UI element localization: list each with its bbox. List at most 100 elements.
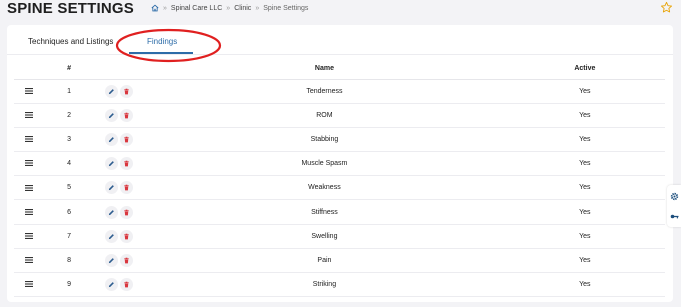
breadcrumb-separator: » [226,4,231,12]
drag-column-header [14,59,45,80]
tab-bar: Techniques and Listings Findings [7,25,673,55]
trash-icon [124,112,129,119]
delete-button[interactable] [120,278,134,292]
pencil-icon [109,209,114,215]
delete-button[interactable] [120,253,134,267]
drag-handle-icon[interactable] [25,160,34,167]
tab-findings[interactable]: Findings [147,37,177,46]
delete-button[interactable] [120,84,134,98]
findings-table: # Name Active 1 Tenderness Yes 2 ROM Yes 3 Stab… [14,59,665,298]
row-name: Striking [144,272,505,298]
drag-handle-icon[interactable] [25,87,34,94]
row-actions [94,248,145,274]
row-name: Stabbing [144,127,505,153]
row-name: Stiffness [144,199,505,225]
row-number: 7 [44,224,95,249]
breadcrumb-item-clinic[interactable]: Clinic [234,5,251,12]
table-row: 3 Stabbing Yes [14,127,665,153]
trash-icon [124,257,129,264]
pencil-icon [109,137,114,143]
edit-button[interactable] [105,84,119,98]
row-name: Weakness [144,175,505,201]
edit-button[interactable] [105,181,119,195]
row-name: Tenderness [144,79,505,104]
column-header-name: Name [144,59,505,80]
edit-button[interactable] [105,229,119,243]
edit-button[interactable] [105,132,119,146]
row-number: 6 [44,199,95,225]
row-actions [94,199,145,225]
home-icon[interactable] [151,4,159,12]
row-actions [94,103,145,128]
row-active-status: Yes [504,103,665,128]
row-number: 1 [44,79,95,104]
delete-button[interactable] [120,229,134,243]
side-toolbar [667,185,681,227]
row-active-status: Yes [504,199,665,225]
breadcrumb-separator: » [163,4,167,12]
row-name: Muscle Spasm [144,151,505,177]
page-title: SPINE SETTINGS [7,0,134,17]
drag-handle-icon[interactable] [25,257,34,264]
key-icon[interactable] [670,212,679,221]
pencil-icon [109,112,114,118]
drag-handle-icon[interactable] [25,184,34,191]
drag-handle-icon[interactable] [25,232,34,239]
table-row: 4 Muscle Spasm Yes [14,151,665,177]
edit-button[interactable] [105,157,119,171]
active-tab-indicator [129,52,193,54]
row-actions [94,272,145,298]
settings-card: Techniques and Listings Findings # Name … [7,25,673,302]
delete-button[interactable] [120,205,134,219]
pencil-icon [109,258,114,264]
edit-button[interactable] [105,278,119,292]
delete-button[interactable] [120,108,134,122]
page-header: SPINE SETTINGS » Spinal Care LLC » Clini… [0,0,681,20]
gear-icon[interactable] [670,192,679,201]
pencil-icon [109,282,114,288]
drag-handle-icon[interactable] [25,111,34,118]
pencil-icon [109,88,114,94]
tab-techniques-and-listings[interactable]: Techniques and Listings [28,37,113,46]
row-number: 9 [44,272,95,298]
row-active-status: Yes [504,79,665,104]
table-row: 2 ROM Yes [14,103,665,128]
trash-icon [124,88,129,94]
table-row: 1 Tenderness Yes [14,79,665,104]
row-actions [94,79,145,104]
delete-button[interactable] [120,181,134,195]
breadcrumb: » Spinal Care LLC » Clinic » Spine Setti… [151,4,308,12]
row-number: 4 [44,151,95,177]
edit-button[interactable] [105,253,119,267]
row-actions [94,224,145,249]
trash-icon [124,233,129,240]
pencil-icon [109,233,114,239]
trash-icon [124,209,129,215]
drag-handle-icon[interactable] [25,281,34,288]
row-actions [94,127,145,153]
row-active-status: Yes [504,175,665,201]
drag-handle-icon[interactable] [25,208,34,215]
edit-button[interactable] [105,205,119,219]
column-header-number: # [44,59,95,80]
breadcrumb-item-clinic-org[interactable]: Spinal Care LLC [171,5,222,12]
drag-handle-icon[interactable] [25,136,34,143]
row-actions [94,175,145,201]
row-name: Pain [144,248,505,274]
table-row: 5 Weakness Yes [14,175,665,201]
row-active-status: Yes [504,272,665,298]
trash-icon [124,160,129,167]
breadcrumb-separator: » [255,4,260,12]
row-actions [94,151,145,177]
edit-button[interactable] [105,108,119,122]
pencil-icon [109,185,114,191]
trash-icon [124,185,129,191]
trash-icon [124,136,129,143]
row-active-status: Yes [504,127,665,153]
delete-button[interactable] [120,157,134,171]
delete-button[interactable] [120,132,134,146]
table-row: 9 Striking Yes [14,272,665,298]
row-number: 3 [44,127,95,153]
star-outline-icon[interactable] [660,1,673,14]
row-name: ROM [144,103,505,128]
